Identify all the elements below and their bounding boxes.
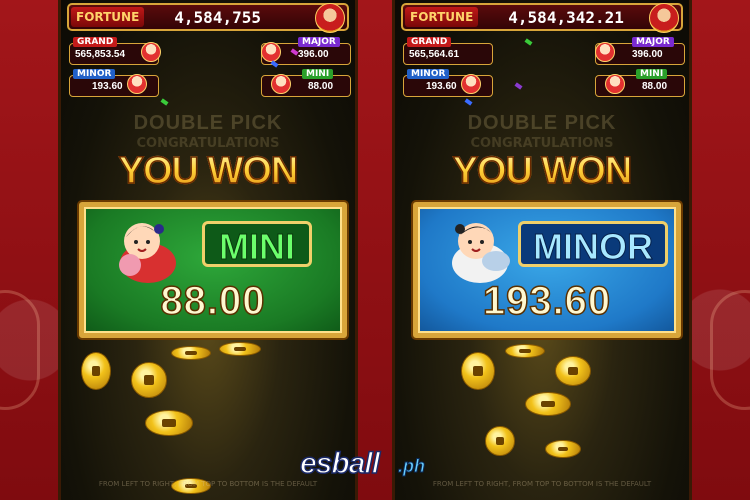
congrats-text: CONGRATULATIONS: [470, 136, 614, 151]
jackpot-grand-label: GRAND: [407, 37, 452, 47]
confetti: [514, 82, 523, 90]
confetti: [524, 38, 533, 46]
game-panel-right: FORTUNE 4,584,342.21 GRAND 565,564.61 MA…: [392, 0, 692, 500]
fortune-label: FORTUNE: [405, 7, 479, 27]
fortune-value: 4,584,342.21: [508, 7, 624, 27]
minor-child-icon: [461, 74, 481, 94]
jackpot-major-value: 396.00: [298, 49, 329, 60]
gold-coin: [145, 410, 193, 436]
fortune-child-icon: [452, 223, 510, 283]
jackpot-major-label: MAJOR: [632, 37, 674, 47]
prize-amount: 88.00: [160, 278, 266, 324]
jackpot-mini-value: 88.00: [642, 81, 668, 92]
game-panel-left: FORTUNE 4,584,755 GRAND 565,853.54 MAJOR…: [58, 0, 358, 500]
minor-child-icon: [127, 74, 147, 94]
double-pick-title: DOUBLE PICK: [133, 112, 283, 134]
jackpot-mini-label: MINI: [302, 69, 334, 79]
fortune-god-icon: [315, 3, 345, 33]
jackpot-minor-value: 193.60: [92, 81, 123, 92]
gold-coin: [505, 344, 545, 358]
gold-coin: [171, 346, 211, 360]
jackpot-minor-label: MINOR: [73, 69, 116, 79]
gold-coin: [555, 356, 591, 386]
prize-amount: 193.60: [482, 278, 612, 324]
grand-child-icon: [141, 42, 161, 62]
prize-tier-label: MINI: [202, 221, 312, 268]
jackpot-major-label: MAJOR: [298, 37, 340, 47]
gold-coin: [545, 440, 581, 458]
cloud-decoration-left: [0, 290, 40, 410]
jackpot-grand-label: GRAND: [73, 37, 118, 47]
prize-box-mini: MINI 88.00: [79, 202, 347, 338]
gold-coin: [81, 352, 111, 390]
logo-suffix-text: .ph: [398, 456, 426, 477]
you-won-title: YOU WON: [395, 149, 689, 193]
confetti: [464, 98, 473, 106]
jackpot-mini-label: MINI: [636, 69, 668, 79]
jackpot-grand-value: 565,853.54: [75, 49, 126, 60]
esball-logo: esball .ph: [298, 446, 448, 487]
gold-coin: [461, 352, 495, 390]
fortune-value: 4,584,755: [174, 7, 261, 27]
gold-coin: [485, 426, 515, 456]
prize-tier-label: MINOR: [518, 221, 668, 268]
mini-child-icon: [605, 74, 625, 94]
jackpot-minor-label: MINOR: [407, 69, 450, 79]
fortune-label: FORTUNE: [71, 7, 145, 27]
fortune-god-icon: [649, 3, 679, 33]
fortune-child-icon: [119, 223, 176, 283]
jackpot-mini-value: 88.00: [308, 81, 334, 92]
gold-coin: [131, 362, 167, 398]
major-child-icon: [595, 42, 615, 62]
prize-box-minor: MINOR 193.60: [413, 202, 681, 338]
gold-coin: [219, 342, 261, 356]
jackpot-grand-value: 565,564.61: [409, 49, 460, 60]
you-won-title: YOU WON: [61, 149, 355, 193]
fortune-header: FORTUNE 4,584,342.21: [401, 3, 683, 33]
logo-main-text: esball: [299, 446, 381, 481]
jackpot-grand: GRAND 565,564.61: [403, 37, 493, 65]
confetti: [160, 98, 169, 106]
jackpot-major-value: 396.00: [632, 49, 663, 60]
double-pick-title: DOUBLE PICK: [467, 112, 617, 134]
fortune-header: FORTUNE 4,584,755: [67, 3, 349, 33]
gold-coin: [525, 392, 571, 416]
mini-child-icon: [271, 74, 291, 94]
congrats-text: CONGRATULATIONS: [136, 136, 280, 151]
cloud-decoration-right: [710, 290, 750, 410]
jackpot-minor-value: 193.60: [426, 81, 457, 92]
major-child-icon: [261, 42, 281, 62]
